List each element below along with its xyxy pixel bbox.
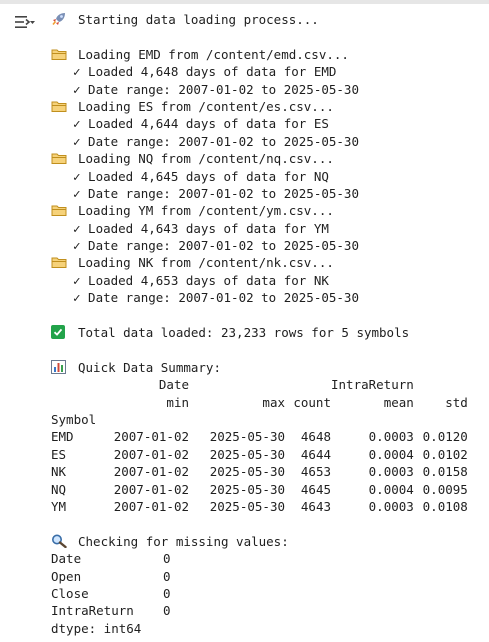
- date-range-line: ✓ Date range: 2007-01-02 to 2025-05-30: [73, 238, 359, 254]
- bar-chart-icon: [51, 359, 67, 374]
- date-range-line: ✓ Date range: 2007-01-02 to 2025-05-30: [73, 81, 359, 97]
- cell-std: 0.0108: [422, 499, 468, 515]
- symbol-block-nq: Loading NQ from /content/nq.csv... ✓ Loa…: [51, 150, 489, 202]
- cell-std: 0.0158: [422, 464, 468, 480]
- cell-min: 2007-01-02: [113, 481, 189, 497]
- header-date: Date: [158, 377, 189, 393]
- cell-output: Starting data loading process... Loading…: [51, 11, 489, 637]
- date-range-line: ✓ Date range: 2007-01-02 to 2025-05-30: [73, 185, 359, 201]
- index-name: Symbol: [51, 412, 97, 428]
- cell-mean: 0.0003: [368, 464, 414, 480]
- log-start-line: Starting data loading process...: [51, 11, 489, 28]
- symbol-block-emd: Loading EMD from /content/emd.csv... ✓ L…: [51, 46, 489, 98]
- cell-count: 4648: [300, 429, 331, 445]
- cell-mean: 0.0003: [368, 429, 414, 445]
- missing-title-line: Checking for missing values:: [51, 533, 489, 550]
- missing-count: 0: [163, 568, 171, 584]
- table-row: Open 0: [51, 568, 183, 585]
- table-row: YM 2007-01-02 2025-05-30 4643 0.0003 0.0…: [51, 498, 468, 515]
- folder-icon: [51, 151, 67, 165]
- table-row: IntraReturn 0: [51, 602, 183, 619]
- table-row: EMD 2007-01-02 2025-05-30 4648 0.0003 0.…: [51, 428, 468, 445]
- cell-mean: 0.0004: [368, 481, 414, 497]
- loading-line: Loading NQ from /content/nq.csv...: [51, 150, 489, 167]
- total-loaded-line: Total data loaded: 23,233 rows for 5 sym…: [51, 324, 489, 341]
- cell-top-border: [0, 0, 489, 4]
- table-row: ES 2007-01-02 2025-05-30 4644 0.0004 0.0…: [51, 446, 468, 463]
- loaded-line: ✓ Loaded 4,648 days of data for EMD: [73, 64, 337, 80]
- cell-count: 4653: [300, 464, 331, 480]
- header-max: max: [262, 394, 285, 410]
- cell-min: 2007-01-02: [113, 446, 189, 462]
- cell-symbol: NQ: [51, 481, 67, 497]
- cell-min: 2007-01-02: [113, 464, 189, 480]
- symbol-block-ym: Loading YM from /content/ym.csv... ✓ Loa…: [51, 202, 489, 254]
- table-row: NQ 2007-01-02 2025-05-30 4645 0.0004 0.0…: [51, 481, 468, 498]
- table-row: Close 0: [51, 585, 183, 602]
- loaded-line: ✓ Loaded 4,644 days of data for ES: [73, 116, 329, 132]
- cell-std: 0.0120: [422, 429, 468, 445]
- folder-icon: [51, 99, 67, 113]
- cell-mean: 0.0003: [368, 499, 414, 515]
- cell-symbol: NK: [51, 464, 67, 480]
- summary-header-row-2: min max count mean std: [51, 394, 468, 411]
- cell-count: 4643: [300, 499, 331, 515]
- cell-min: 2007-01-02: [113, 499, 189, 515]
- missing-column-name: Close: [51, 586, 89, 602]
- summary-index-row: Symbol: [51, 411, 468, 428]
- date-range-line: ✓ Date range: 2007-01-02 to 2025-05-30: [73, 133, 359, 149]
- loaded-line: ✓ Loaded 4,645 days of data for NQ: [73, 168, 329, 184]
- cell-max: 2025-05-30: [209, 481, 285, 497]
- table-row: Date 0: [51, 550, 183, 567]
- symbol-block-nk: Loading NK from /content/nk.csv... ✓ Loa…: [51, 254, 489, 306]
- loading-line: Loading ES from /content/es.csv...: [51, 98, 489, 115]
- header-count: count: [293, 394, 331, 410]
- summary-table: Date IntraReturn min max count mean std …: [51, 376, 468, 515]
- folder-icon: [51, 47, 67, 61]
- loading-line: Loading YM from /content/ym.csv...: [51, 202, 489, 219]
- loaded-line: ✓ Loaded 4,643 days of data for YM: [73, 220, 329, 236]
- dtype-line: dtype: int64: [51, 620, 142, 636]
- output-options-icon[interactable]: [14, 13, 36, 31]
- check-mark-button-icon: [51, 325, 65, 340]
- cell-symbol: ES: [51, 446, 67, 462]
- loaded-line: ✓ Loaded 4,653 days of data for NK: [73, 272, 329, 288]
- cell-max: 2025-05-30: [209, 429, 285, 445]
- magnifying-glass-icon: [51, 534, 67, 548]
- cell-max: 2025-05-30: [209, 499, 285, 515]
- summary-title-line: Quick Data Summary:: [51, 359, 489, 376]
- folder-icon: [51, 203, 67, 217]
- cell-count: 4645: [300, 481, 331, 497]
- rocket-icon: [51, 12, 67, 26]
- cell-min: 2007-01-02: [113, 429, 189, 445]
- loading-line: Loading NK from /content/nk.csv...: [51, 254, 489, 271]
- cell-max: 2025-05-30: [209, 464, 285, 480]
- missing-values-table: Date 0 Open 0 Close 0 IntraReturn 0: [51, 550, 183, 620]
- cell-std: 0.0095: [422, 481, 468, 497]
- missing-count: 0: [163, 551, 171, 567]
- header-mean: mean: [383, 394, 414, 410]
- missing-column-name: IntraReturn: [51, 603, 134, 619]
- missing-count: 0: [163, 586, 171, 602]
- cell-symbol: YM: [51, 499, 67, 515]
- missing-column-name: Date: [51, 551, 82, 567]
- symbol-block-es: Loading ES from /content/es.csv... ✓ Loa…: [51, 98, 489, 150]
- missing-count: 0: [163, 603, 171, 619]
- cell-max: 2025-05-30: [209, 446, 285, 462]
- loading-line: Loading EMD from /content/emd.csv...: [51, 46, 489, 63]
- cell-count: 4644: [300, 446, 331, 462]
- table-row: NK 2007-01-02 2025-05-30 4653 0.0003 0.0…: [51, 463, 468, 480]
- summary-header-row-1: Date IntraReturn: [51, 376, 468, 393]
- missing-column-name: Open: [51, 568, 82, 584]
- header-std: std: [445, 394, 468, 410]
- cell-mean: 0.0004: [368, 446, 414, 462]
- date-range-line: ✓ Date range: 2007-01-02 to 2025-05-30: [73, 290, 359, 306]
- header-min: min: [166, 394, 189, 410]
- cell-symbol: EMD: [51, 429, 74, 445]
- folder-icon: [51, 255, 67, 269]
- header-intrareturn: IntraReturn: [331, 377, 414, 393]
- cell-std: 0.0102: [422, 446, 468, 462]
